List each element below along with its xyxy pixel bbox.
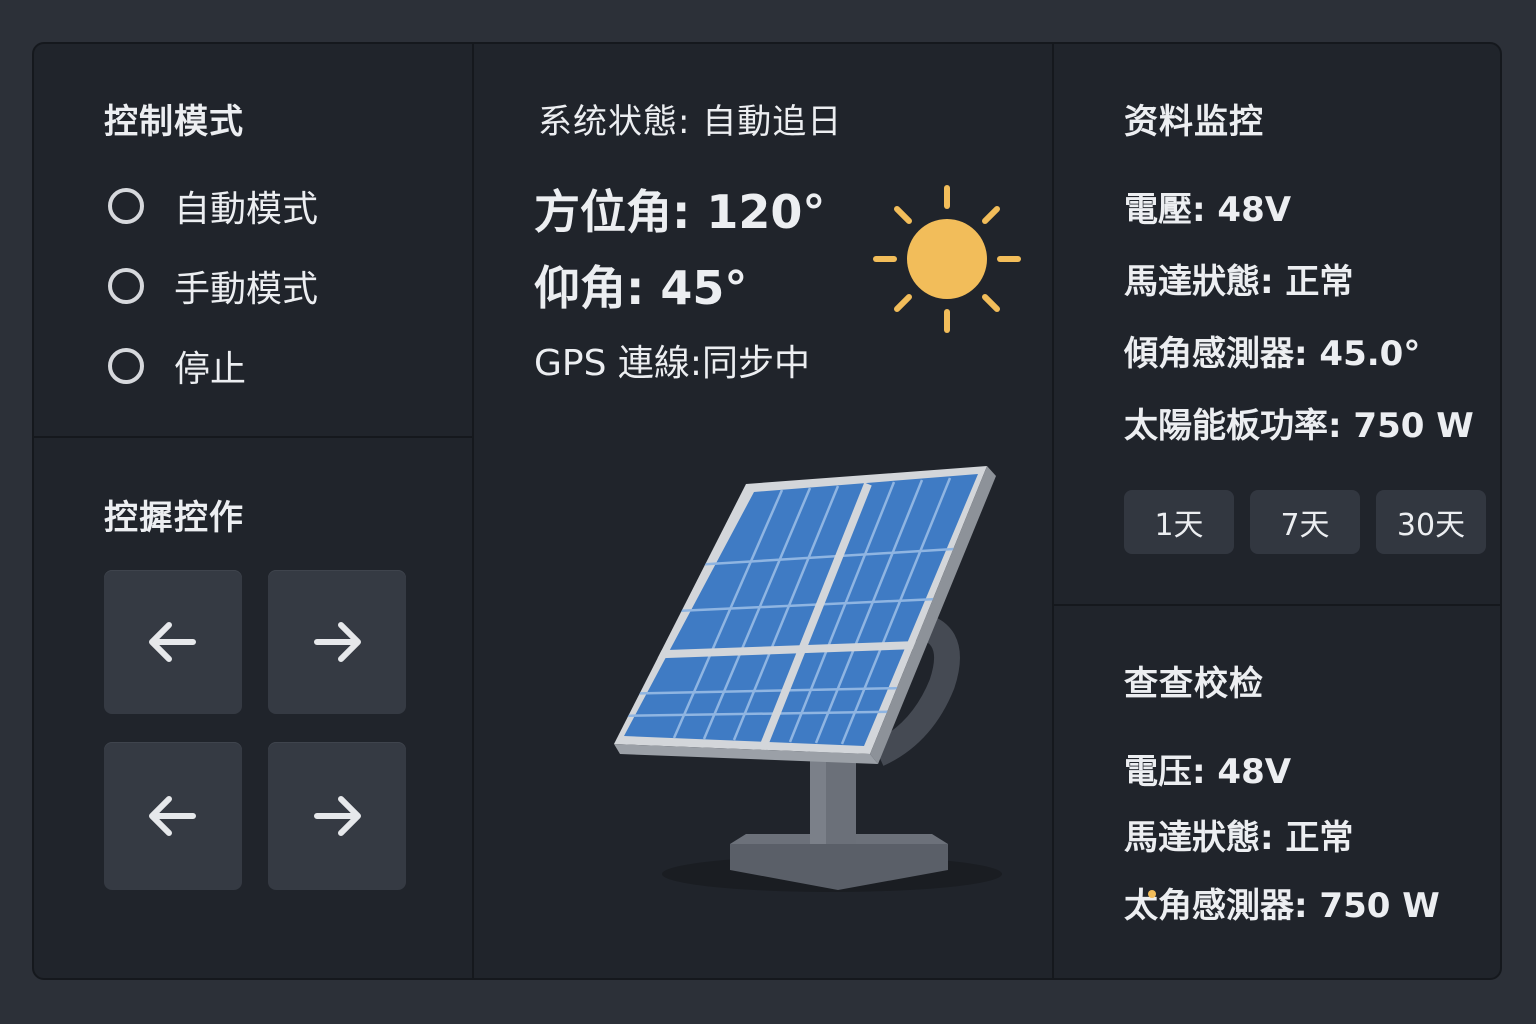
- radio-auto-mode[interactable]: 自動模式: [108, 180, 318, 232]
- middle-column: 系统状態: 自動追日 方位角: 120° 仰角: 45° GPS 連線:同步中: [474, 44, 1054, 978]
- radio-circle[interactable]: [108, 348, 144, 384]
- left-column: 控制模式 自動模式 手動模式 停止 控摨控作: [34, 44, 474, 978]
- move-right-button-2[interactable]: [268, 742, 406, 890]
- range-1-day-button[interactable]: 1天: [1124, 490, 1234, 554]
- check-title: 查查校检: [1124, 664, 1264, 704]
- radio-label-manual: 手動模式: [174, 269, 319, 310]
- dashboard-frame: 控制模式 自動模式 手動模式 停止 控摨控作 系统状態: 自動追日 方位角: 1…: [32, 42, 1502, 980]
- arrow-left-icon: [149, 796, 196, 836]
- arrow-right-icon: [314, 796, 361, 836]
- sun-icon: [873, 185, 1021, 333]
- move-right-button[interactable]: [268, 570, 406, 714]
- move-left-button-2[interactable]: [104, 742, 242, 890]
- radio-circle[interactable]: [108, 188, 144, 224]
- monitor-motor-status: 馬達狀態: 正常: [1124, 262, 1354, 302]
- gps-status: GPS 連線:同步中: [534, 343, 811, 384]
- monitor-tilt-sensor: 傾角感測器: 45.0°: [1124, 334, 1421, 374]
- radio-manual-mode[interactable]: 手動模式: [108, 260, 318, 312]
- check-motor-status: 馬達狀態: 正常: [1124, 818, 1354, 858]
- range-7-day-button[interactable]: 7天: [1250, 490, 1360, 554]
- arrow-left-icon: [149, 622, 196, 662]
- elevation-value: 仰角: 45°: [534, 261, 748, 315]
- monitor-title: 资料监控: [1124, 102, 1264, 142]
- right-column: 资料监控 電壓: 48V 馬達狀態: 正常 傾角感測器: 45.0° 太陽能板功…: [1054, 44, 1500, 978]
- range-30-day-button[interactable]: 30天: [1376, 490, 1486, 554]
- check-sensor: 太角感測器: 750 W: [1124, 886, 1440, 926]
- system-status-title: 系统状態: 自動追日: [538, 102, 843, 142]
- azimuth-value: 方位角: 120°: [534, 185, 826, 239]
- monitor-panel-power: 太陽能板功率: 750 W: [1124, 406, 1474, 446]
- radio-label-auto: 自動模式: [174, 189, 319, 230]
- monitor-voltage: 電壓: 48V: [1124, 190, 1292, 230]
- joystick-title: 控摨控作: [104, 498, 244, 538]
- divider: [1054, 604, 1500, 606]
- control-mode-title: 控制模式: [104, 102, 244, 142]
- arrow-right-icon: [314, 622, 361, 662]
- status-dot: [1148, 890, 1156, 898]
- divider: [34, 436, 472, 438]
- move-left-button[interactable]: [104, 570, 242, 714]
- solar-panel-icon: [614, 466, 1002, 892]
- radio-circle[interactable]: [108, 268, 144, 304]
- check-voltage: 電压: 48V: [1124, 752, 1292, 792]
- radio-label-stop: 停止: [174, 349, 247, 390]
- radio-stop[interactable]: 停止: [108, 340, 246, 392]
